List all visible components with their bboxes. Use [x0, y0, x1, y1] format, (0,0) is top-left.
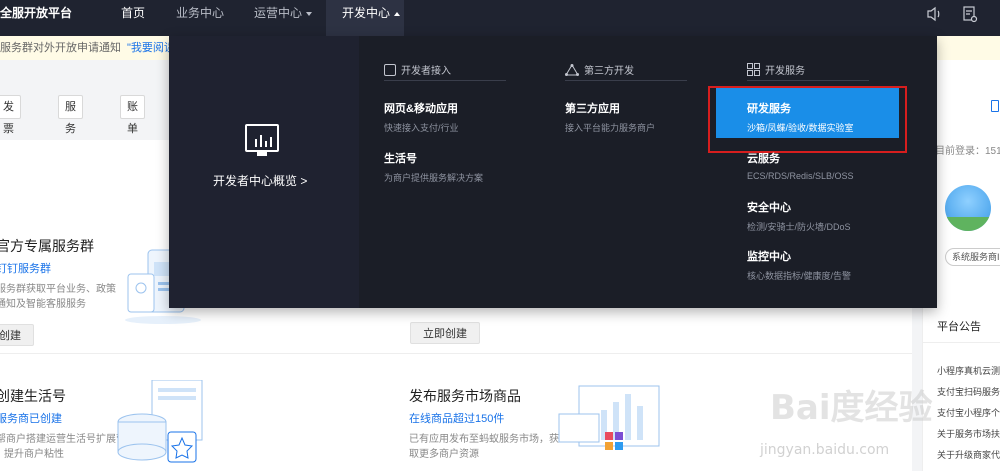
column-head-dev-services: 开发服务 [747, 62, 805, 78]
menu-item-web-mobile[interactable]: 网页&移动应用 快速接入支付/行业 [384, 100, 459, 134]
menu-item-name: 第三方应用 [565, 103, 620, 115]
baidu-watermark-logo: Bai度经验 [770, 388, 933, 428]
market-chart-illustration [555, 380, 665, 471]
create-service-group-button[interactable]: 创建 [0, 324, 34, 346]
speaker-icon[interactable] [925, 4, 945, 24]
menu-item-security-center[interactable]: 安全中心 检测/安骑士/防火墙/DDoS [747, 199, 851, 233]
column-divider [747, 80, 869, 81]
card-desc-line: 通知及智能客服服务 [0, 299, 86, 310]
announcement-item[interactable]: 小程序真机云测 [937, 364, 1000, 377]
nav-developer-label: 开发中心 [342, 6, 391, 20]
menu-item-desc: ECS/RDS/Redis/SLB/OSS [747, 171, 854, 181]
chevron-up-icon [394, 11, 401, 16]
card-title: 创建生活号 [0, 388, 66, 404]
menu-item-cloud-services[interactable]: 云服务 ECS/RDS/Redis/SLB/OSS [747, 150, 854, 181]
nav-operations-center[interactable]: 运营中心 [254, 0, 313, 36]
life-account-card: 创建生活号 服务商已创建 帮商户搭建运营生活号扩展营 提升商户粘性 [0, 386, 126, 462]
card-desc-line: 取更多商户资源 [409, 449, 479, 460]
notice-text: 服务群对外开放申请通知 [0, 42, 121, 54]
monitor-bars [255, 133, 275, 147]
developer-overview-panel[interactable]: 开发者中心概览 > [169, 36, 359, 308]
card-description: 服务群获取平台业务、政策 通知及智能客服服务 [0, 282, 116, 312]
card-desc-line: 已有应用发布至蚂蚁服务市场，获 [409, 434, 559, 445]
menu-item-third-party-app[interactable]: 第三方应用 接入平台能力服务商户 [565, 100, 655, 134]
column-divider [565, 80, 687, 81]
column-divider [384, 80, 506, 81]
monitor-chart-icon [245, 124, 279, 152]
menu-item-name: 网页&移动应用 [384, 103, 458, 115]
avatar-grass [945, 217, 991, 231]
announcement-item[interactable]: 支付宝小程序个 [937, 406, 1000, 419]
service-market-card: 发布服务市场商品 在线商品超过150件 已有应用发布至蚂蚁服务市场，获 取更多商… [409, 386, 559, 462]
menu-item-name: 研发服务 [747, 103, 791, 115]
menu-item-name: 生活号 [384, 153, 417, 165]
middle-card: 立即创建 [410, 310, 480, 344]
menu-item-desc: 为商户提供服务解决方案 [384, 173, 484, 183]
last-login-text: 目前登录：151* [935, 146, 1000, 157]
triangle-nodes-icon [565, 64, 579, 76]
card-description: 帮商户搭建运营生活号扩展营 提升商户粘性 [0, 432, 126, 462]
create-now-button[interactable]: 立即创建 [410, 322, 480, 344]
bill-management-button[interactable]: 账单管理 [120, 95, 145, 179]
developer-center-dropdown: 开发者中心概览 > 开发者接入 网页&移动应用 快速接入支付/行业 生活号 为商… [169, 36, 937, 308]
menu-item-life-account[interactable]: 生活号 为商户提供服务解决方案 [384, 150, 483, 184]
account-type-badge: 系统服务商IS [945, 248, 1000, 266]
announcement-title: 平台公告 [937, 321, 981, 333]
card-description: 已有应用发布至蚂蚁服务市场，获 取更多商户资源 [409, 432, 559, 462]
panel-divider [923, 342, 1000, 343]
menu-item-name: 监控中心 [747, 251, 791, 263]
card-desc-line: 帮商户搭建运营生活号扩展营 [0, 434, 126, 445]
service-group-card: 官方专属服务群 钉钉服务群 服务群获取平台业务、政策 通知及智能客服服务 创建 [0, 236, 116, 346]
nav-developer-center[interactable]: 开发中心 [326, 0, 404, 36]
baidu-watermark-url: jingyan.baidu.com [760, 442, 890, 458]
card-desc-line: 提升商户粘性 [4, 449, 64, 460]
nav-operations-label: 运营中心 [254, 6, 303, 20]
monitor-stand [257, 152, 267, 156]
announcement-item[interactable]: 关于服务市场扶 [937, 427, 1000, 440]
card-subtitle[interactable]: 服务商已创建 [0, 410, 126, 426]
menu-item-desc: 接入平台能力服务商户 [565, 123, 656, 133]
menu-item-desc: 核心数据指标/健康度/告警 [747, 271, 852, 281]
invoice-management-button[interactable]: 发票管理 [0, 95, 21, 179]
column-head-label: 第三方开发 [584, 66, 634, 77]
menu-item-desc: 快速接入支付/行业 [384, 123, 459, 133]
mobile-icon[interactable] [991, 100, 999, 112]
announcement-item[interactable]: 支付宝扫码服务 [937, 385, 1000, 398]
platform-brand[interactable]: 全服开放平台 [0, 0, 72, 36]
announcement-item[interactable]: 关于升级商家代 [937, 448, 1000, 461]
nav-home[interactable]: 首页 [121, 0, 145, 36]
menu-item-desc: 检测/安骑士/防火墙/DDoS [747, 222, 851, 232]
top-navigation-bar: 全服开放平台 首页 业务中心 运营中心 开发中心 [0, 0, 1000, 36]
grid-icon [747, 63, 760, 76]
card-desc-line: 服务群获取平台业务、政策 [0, 284, 116, 295]
column-head-third-party: 第三方开发 [565, 62, 634, 78]
column-head-label: 开发服务 [765, 66, 805, 77]
developer-overview-link[interactable]: 开发者中心概览 > [213, 172, 307, 189]
avatar[interactable] [945, 185, 991, 231]
window-icon [384, 64, 396, 76]
menu-item-name: 云服务 [747, 153, 780, 165]
card-subtitle[interactable]: 钉钉服务群 [0, 260, 116, 276]
menu-item-name: 安全中心 [747, 202, 791, 214]
card-title: 官方专属服务群 [0, 238, 94, 254]
column-head-access: 开发者接入 [384, 62, 451, 78]
menu-item-desc: 沙箱/凤蝶/验收/数据实验室 [747, 123, 854, 133]
card-subtitle[interactable]: 在线商品超过150件 [409, 410, 559, 426]
card-title: 发布服务市场商品 [409, 388, 521, 404]
chevron-down-icon [306, 11, 313, 16]
card-divider [0, 353, 912, 354]
nav-business-center[interactable]: 业务中心 [176, 0, 224, 36]
document-settings-icon[interactable] [960, 4, 980, 24]
server-illustration [112, 379, 222, 471]
service-orders-button[interactable]: 服务订单 [58, 95, 83, 179]
menu-item-rd-services[interactable]: 研发服务 沙箱/凤蝶/验收/数据实验室 [747, 100, 854, 134]
menu-item-monitoring-center[interactable]: 监控中心 核心数据指标/健康度/告警 [747, 248, 851, 282]
column-head-label: 开发者接入 [401, 66, 451, 77]
